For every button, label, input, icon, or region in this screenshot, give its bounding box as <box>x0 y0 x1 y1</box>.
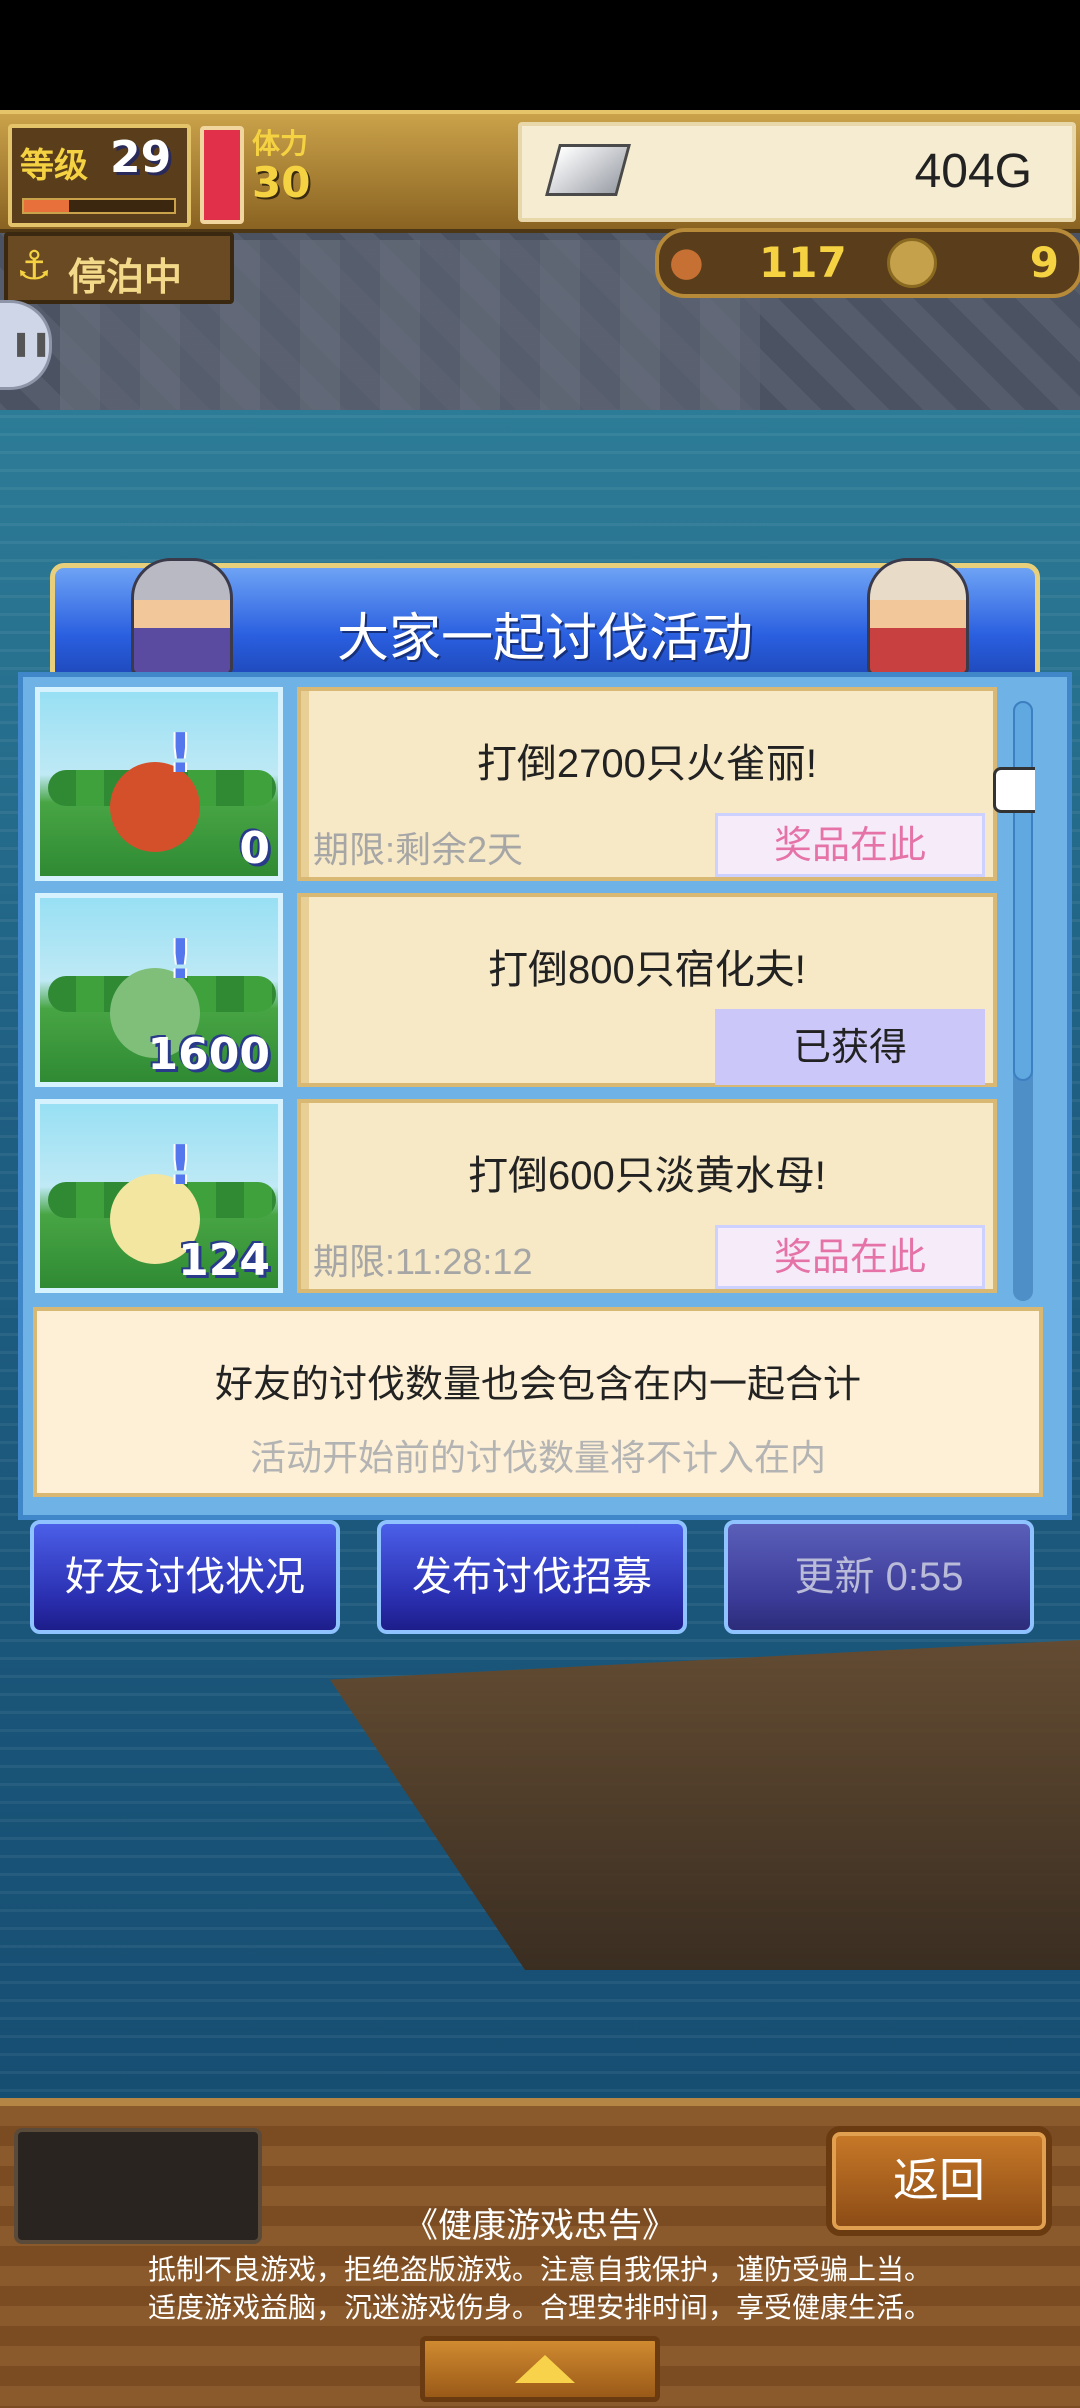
scrollbar-thumb[interactable] <box>1013 701 1033 1081</box>
info-main-text: 好友的讨伐数量也会包含在内一起合计 <box>214 1364 861 1406</box>
triangle-up-icon <box>515 2355 575 2383</box>
prize-button[interactable]: 奖品在此 <box>715 813 985 877</box>
post-recruit-button[interactable]: 发布讨伐招募 <box>377 1520 687 1634</box>
food-value: 117 <box>759 238 847 287</box>
quest-card: 打倒600只淡黄水母! 期限:11:28:12 奖品在此 <box>297 1099 997 1293</box>
level-progress-fill <box>24 200 69 212</box>
quest-list[interactable]: ! 0 打倒2700只火雀丽! 期限:剩余2天 奖品在此 ! 1600 打倒80… <box>35 687 1035 1307</box>
anchor-icon: ⚓ <box>16 243 52 289</box>
quest-item[interactable]: ! 1600 打倒800只宿化夫! 已获得 <box>35 893 1035 1091</box>
coin-icon <box>887 238 937 288</box>
defeat-count: 124 <box>178 1235 270 1286</box>
level-progress-bar <box>22 198 176 214</box>
exclamation-icon: ! <box>168 928 193 991</box>
friend-status-button[interactable]: 好友讨伐状况 <box>30 1520 340 1634</box>
quest-card: 打倒800只宿化夫! 已获得 <box>297 893 997 1087</box>
top-status-bar: 等级 29 体力 30 404G <box>0 110 1080 233</box>
coin-value: 9 <box>1029 238 1059 287</box>
quest-title: 打倒800只宿化夫! <box>488 948 806 992</box>
quest-thumbnail: ! 124 <box>35 1099 283 1293</box>
resource-bar: ● 117 9 <box>655 228 1080 298</box>
viking-right-icon <box>867 558 969 676</box>
bottom-bar: 返回 《健康游戏忠告》 抵制不良游戏，拒绝盗版游戏。注意自我保护，谨防受骗上当。… <box>0 2098 1080 2408</box>
defeat-count: 0 <box>239 823 270 874</box>
pause-icon: ❚❚ <box>11 329 52 357</box>
stamina-value: 30 <box>252 158 311 207</box>
quest-item[interactable]: ! 0 打倒2700只火雀丽! 期限:剩余2天 奖品在此 <box>35 687 1035 885</box>
quest-title: 打倒600只淡黄水母! <box>468 1154 826 1198</box>
health-notice-title: 《健康游戏忠告》 <box>404 2207 676 2245</box>
health-notice-line-1: 抵制不良游戏，拒绝盗版游戏。注意自我保护，谨防受骗上当。 <box>147 2254 932 2285</box>
health-notice-line-2: 适度游戏益脑，沉迷游戏伤身。合理安排时间，享受健康生活。 <box>147 2292 932 2323</box>
moored-status[interactable]: ⚓ 停泊中 <box>4 232 234 304</box>
moored-label: 停泊中 <box>68 255 183 299</box>
event-title-banner: 大家一起讨伐活动 <box>50 558 1040 685</box>
expand-menu-button[interactable] <box>420 2336 660 2402</box>
quest-title: 打倒2700只火雀丽! <box>476 742 818 786</box>
prize-button[interactable]: 奖品在此 <box>715 1225 985 1289</box>
quest-deadline: 期限:剩余2天 <box>313 829 524 870</box>
exclamation-icon: ! <box>168 722 193 785</box>
level-value: 29 <box>110 132 172 183</box>
quest-thumbnail: ! 1600 <box>35 893 283 1087</box>
quest-card: 打倒2700只火雀丽! 期限:剩余2天 奖品在此 <box>297 687 997 881</box>
defeat-count: 1600 <box>147 1029 270 1080</box>
pointing-hand-icon <box>993 767 1035 813</box>
hp-gauge <box>200 126 244 224</box>
gold-display[interactable]: 404G <box>518 122 1076 222</box>
action-button-row: 好友讨伐状况 发布讨伐招募 更新 0:55 <box>30 1520 1050 1636</box>
event-panel: ! 0 打倒2700只火雀丽! 期限:剩余2天 奖品在此 ! 1600 打倒80… <box>18 672 1072 1520</box>
gold-value: 404G <box>914 145 1032 198</box>
quest-item[interactable]: ! 124 打倒600只淡黄水母! 期限:11:28:12 奖品在此 <box>35 1099 1035 1297</box>
silver-ingot-icon <box>545 144 631 196</box>
level-box: 等级 29 <box>8 124 191 227</box>
quest-thumbnail: ! 0 <box>35 687 283 881</box>
stamina-display: 体力 30 <box>252 122 310 204</box>
quest-deadline: 期限:11:28:12 <box>313 1241 533 1282</box>
obtained-button[interactable]: 已获得 <box>715 1009 985 1085</box>
exclamation-icon: ! <box>168 1134 193 1197</box>
info-sub-text: 活动开始前的讨伐数量将不计入在内 <box>249 1437 826 1478</box>
refresh-button[interactable]: 更新 0:55 <box>724 1520 1034 1634</box>
info-box: 好友的讨伐数量也会包含在内一起合计 活动开始前的讨伐数量将不计入在内 <box>33 1307 1043 1497</box>
stamina-label: 体力 <box>252 127 309 160</box>
food-icon: ● <box>669 239 704 285</box>
level-label: 等级 <box>20 146 88 186</box>
